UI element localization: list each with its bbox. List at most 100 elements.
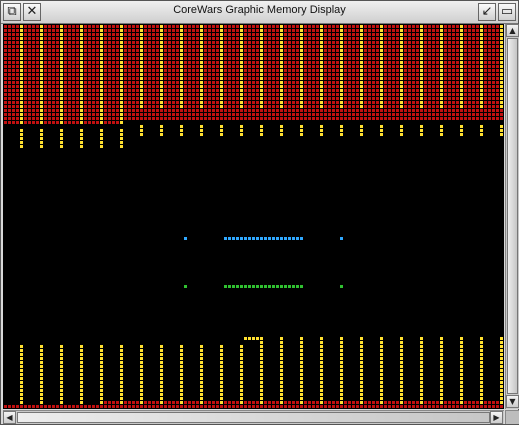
horizontal-scrollbar[interactable]: ◀ ▶ xyxy=(3,410,504,424)
toggle-size-icon[interactable]: ▭ xyxy=(498,3,516,21)
memory-cell xyxy=(452,29,455,32)
memory-cell xyxy=(188,33,191,36)
memory-cell xyxy=(56,25,59,28)
memory-cell xyxy=(84,117,87,120)
memory-cell xyxy=(280,401,283,404)
memory-cell xyxy=(468,49,471,52)
memory-cell xyxy=(268,37,271,40)
memory-cell xyxy=(420,89,423,92)
memory-cell xyxy=(108,405,111,408)
memory-cell xyxy=(264,405,267,408)
memory-cell xyxy=(16,53,19,56)
memory-cell xyxy=(68,97,71,100)
memory-cell xyxy=(64,113,67,116)
memory-cell xyxy=(476,93,479,96)
iconise-icon[interactable]: ↙ xyxy=(478,3,496,21)
memory-cell xyxy=(40,89,43,92)
memory-cell xyxy=(412,53,415,56)
memory-cell xyxy=(248,401,251,404)
memory-cell xyxy=(208,65,211,68)
memory-cell xyxy=(344,53,347,56)
memory-cell xyxy=(296,81,299,84)
memory-cell xyxy=(372,65,375,68)
memory-cell xyxy=(172,77,175,80)
memory-cell xyxy=(472,101,475,104)
memory-cell xyxy=(188,29,191,32)
memory-cell xyxy=(180,393,183,396)
scroll-up-icon[interactable]: ▲ xyxy=(506,24,519,37)
memory-cell xyxy=(72,85,75,88)
memory-cell xyxy=(252,69,255,72)
memory-cell xyxy=(188,69,191,72)
memory-cell xyxy=(416,101,419,104)
memory-cell xyxy=(364,65,367,68)
memory-cell xyxy=(144,73,147,76)
memory-cell xyxy=(112,89,115,92)
memory-cell xyxy=(380,125,383,128)
memory-cell xyxy=(292,113,295,116)
memory-cell xyxy=(432,105,435,108)
title-bar[interactable]: ⧉ ✕ CoreWars Graphic Memory Display ↙ ▭ xyxy=(1,1,518,24)
memory-cell xyxy=(364,105,367,108)
memory-cell xyxy=(340,117,343,120)
memory-cell xyxy=(400,65,403,68)
memory-cell xyxy=(248,109,251,112)
scroll-left-icon[interactable]: ◀ xyxy=(3,411,16,424)
memory-cell xyxy=(472,85,475,88)
vertical-scrollbar[interactable]: ▲ ▼ xyxy=(505,24,519,409)
memory-cell xyxy=(300,365,303,368)
memory-cell xyxy=(428,113,431,116)
memory-cell xyxy=(140,401,143,404)
memory-cell xyxy=(80,29,83,32)
memory-cell xyxy=(68,85,71,88)
memory-cell xyxy=(408,81,411,84)
memory-cell xyxy=(252,77,255,80)
memory-cell xyxy=(320,133,323,136)
memory-cell xyxy=(260,41,263,44)
memory-cell xyxy=(164,29,167,32)
memory-cell xyxy=(164,401,167,404)
memory-cell xyxy=(456,401,459,404)
memory-cell xyxy=(284,53,287,56)
memory-cell xyxy=(168,109,171,112)
memory-cell xyxy=(280,33,283,36)
memory-cell xyxy=(4,33,7,36)
resize-corner[interactable] xyxy=(505,410,519,424)
memory-cell xyxy=(340,133,343,136)
memory-cell xyxy=(448,89,451,92)
memory-cell xyxy=(324,89,327,92)
memory-cell xyxy=(84,101,87,104)
memory-cell xyxy=(164,45,167,48)
memory-cell xyxy=(40,105,43,108)
memory-cell xyxy=(240,25,243,28)
memory-cell xyxy=(156,45,159,48)
memory-cell xyxy=(160,49,163,52)
scroll-right-icon[interactable]: ▶ xyxy=(490,411,503,424)
memory-cell xyxy=(52,29,55,32)
memory-cell xyxy=(176,41,179,44)
memory-cell xyxy=(4,81,7,84)
close-icon[interactable]: ✕ xyxy=(23,3,41,21)
memory-cell xyxy=(60,145,63,148)
back-icon[interactable]: ⧉ xyxy=(3,3,21,21)
scroll-down-icon[interactable]: ▼ xyxy=(506,395,519,408)
vertical-scroll-thumb[interactable] xyxy=(507,38,518,394)
memory-cell xyxy=(488,49,491,52)
memory-cell xyxy=(124,73,127,76)
memory-cell xyxy=(8,405,11,408)
memory-cell xyxy=(240,109,243,112)
horizontal-scroll-thumb[interactable] xyxy=(17,412,490,423)
memory-cell xyxy=(180,129,183,132)
memory-cell xyxy=(12,93,15,96)
memory-cell xyxy=(356,93,359,96)
memory-cell xyxy=(12,113,15,116)
memory-cell xyxy=(328,41,331,44)
memory-cell xyxy=(184,85,187,88)
memory-cell xyxy=(360,45,363,48)
memory-cell xyxy=(472,93,475,96)
memory-cell xyxy=(256,85,259,88)
memory-cell xyxy=(200,405,203,408)
memory-cell xyxy=(500,41,503,44)
memory-cell xyxy=(240,81,243,84)
memory-cell xyxy=(212,73,215,76)
